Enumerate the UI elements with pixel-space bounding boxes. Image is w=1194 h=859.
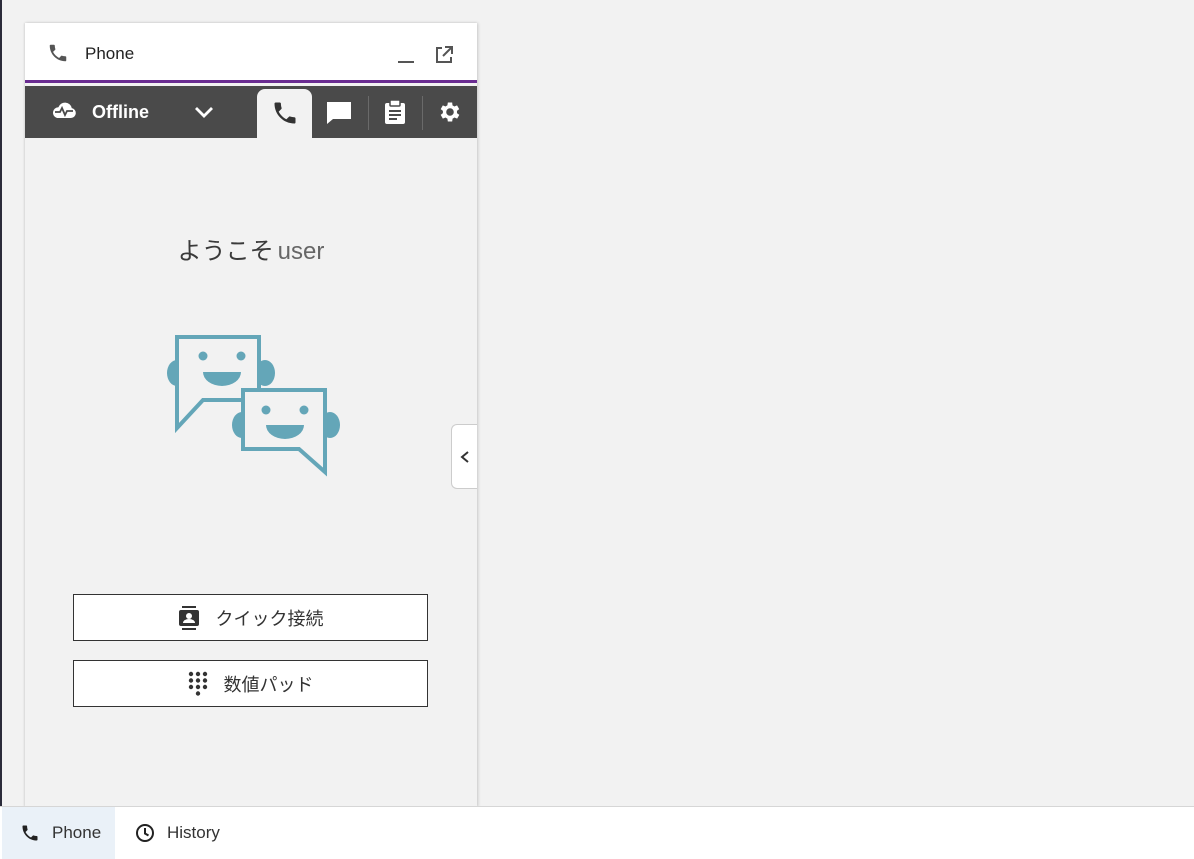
gear-icon xyxy=(440,102,460,122)
status-label: Offline xyxy=(92,102,149,122)
bottom-tab-phone[interactable]: Phone xyxy=(2,807,115,859)
tab-settings[interactable] xyxy=(428,86,472,138)
quick-connect-button[interactable]: クイック接続 xyxy=(73,594,428,641)
welcome-username: user xyxy=(277,238,325,265)
popout-button[interactable] xyxy=(432,43,456,67)
popout-icon xyxy=(436,46,453,63)
toolbar-divider xyxy=(368,96,369,130)
toolbar-divider xyxy=(422,96,423,130)
phone-panel: Phone Offline ようこそ user クイック接続 数値パッド xyxy=(25,23,477,807)
number-pad-button[interactable]: 数値パッド xyxy=(73,660,428,707)
welcome-prefix: ようこそ xyxy=(177,238,274,265)
tab-chat[interactable] xyxy=(317,86,361,138)
clipboard-icon xyxy=(385,99,405,124)
dialpad-icon xyxy=(188,671,208,697)
panel-header: Phone xyxy=(25,23,477,83)
welcome-message: ようこそ user xyxy=(25,231,477,266)
chevron-down-icon xyxy=(195,107,213,118)
chevron-left-icon xyxy=(460,451,469,463)
cloud-icon xyxy=(52,102,76,118)
chat-icon xyxy=(327,102,351,124)
phone-icon xyxy=(274,102,296,124)
bottom-nav: Phone History xyxy=(0,806,1194,859)
chat-bubbles-illustration xyxy=(167,335,340,477)
phone-icon xyxy=(22,825,38,841)
collapse-panel-button[interactable] xyxy=(451,424,477,489)
tab-phone[interactable] xyxy=(257,89,312,138)
panel-title: Phone xyxy=(85,44,135,63)
toolbar: Offline xyxy=(25,86,477,138)
minimize-icon xyxy=(398,61,414,63)
tab-tasks[interactable] xyxy=(374,86,418,138)
number-pad-label: 数値パッド xyxy=(223,674,314,695)
bottom-tab-phone-label: Phone xyxy=(52,823,102,842)
phone-icon xyxy=(49,44,67,62)
bottom-tab-history-label: History xyxy=(167,823,220,842)
status-dropdown[interactable]: Offline xyxy=(25,86,255,138)
quick-connect-label: クイック接続 xyxy=(215,608,324,629)
clock-icon xyxy=(136,824,154,842)
window-edge xyxy=(0,0,2,806)
minimize-button[interactable] xyxy=(394,43,418,67)
bottom-tab-history[interactable]: History xyxy=(135,807,220,859)
contact-card-icon xyxy=(178,605,200,630)
